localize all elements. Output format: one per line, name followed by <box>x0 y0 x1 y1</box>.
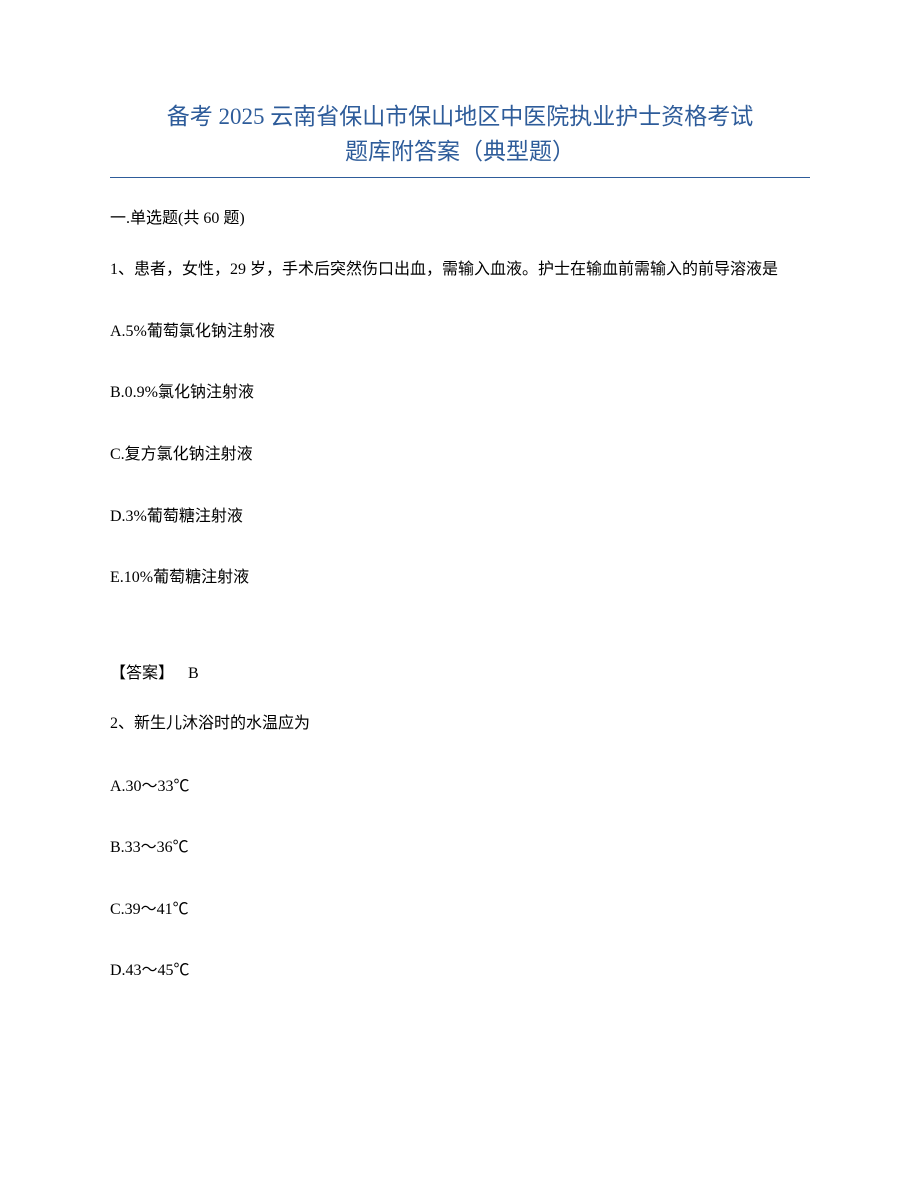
option-c: C.39～41℃ <box>110 897 810 923</box>
option-b: B.33～36℃ <box>110 835 810 861</box>
section-header: 一.单选题(共 60 题) <box>110 206 810 232</box>
question-2: 2、新生儿沐浴时的水温应为 A.30～33℃ B.33～36℃ C.39～41℃… <box>110 710 810 984</box>
title-line-1: 备考 2025 云南省保山市保山地区中医院执业护士资格考试 <box>110 100 810 135</box>
title-line-2: 题库附答案（典型题） <box>110 135 810 170</box>
option-c: C.复方氯化钠注射液 <box>110 442 810 468</box>
question-stem: 1、患者，女性，29 岁，手术后突然伤口出血，需输入血液。护士在输血前需输入的前… <box>110 256 810 283</box>
question-stem: 2、新生儿沐浴时的水温应为 <box>110 710 810 737</box>
answer-line: 【答案】 B <box>110 661 810 687</box>
answer-label: 【答案】 <box>110 665 174 682</box>
answer-value: B <box>188 665 199 682</box>
option-a: A.5%葡萄氯化钠注射液 <box>110 319 810 345</box>
document-title: 备考 2025 云南省保山市保山地区中医院执业护士资格考试 题库附答案（典型题） <box>110 100 810 169</box>
title-underline <box>110 177 810 178</box>
question-1: 1、患者，女性，29 岁，手术后突然伤口出血，需输入血液。护士在输血前需输入的前… <box>110 256 810 687</box>
option-d: D.3%葡萄糖注射液 <box>110 504 810 530</box>
option-e: E.10%葡萄糖注射液 <box>110 565 810 591</box>
option-b: B.0.9%氯化钠注射液 <box>110 380 810 406</box>
option-a: A.30～33℃ <box>110 774 810 800</box>
option-d: D.43～45℃ <box>110 958 810 984</box>
